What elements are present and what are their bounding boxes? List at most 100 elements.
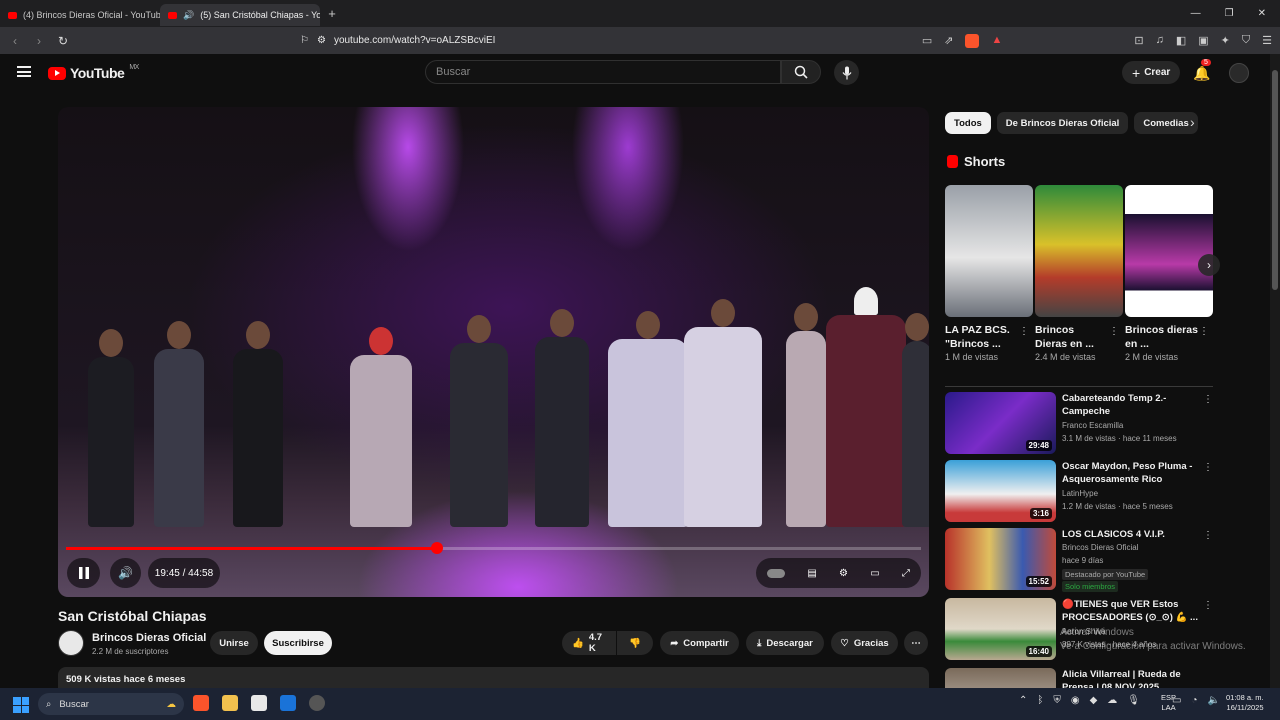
windows-start-icon[interactable]	[13, 697, 29, 713]
like-button[interactable]: 👍 4.7 K	[562, 631, 616, 655]
hamburger-menu-icon[interactable]	[17, 66, 31, 77]
cast-icon[interactable]: ▭	[922, 34, 932, 48]
create-button[interactable]: + Crear	[1122, 61, 1181, 84]
pause-button[interactable]	[67, 558, 100, 588]
fullscreen-icon[interactable]: ⤢	[902, 568, 910, 579]
youtube-logo[interactable]: YouTube MX	[48, 63, 139, 81]
region-code: MX	[129, 63, 139, 71]
thanks-button[interactable]: ♡ Gracias	[831, 631, 898, 655]
url-field[interactable]: ⚐ ⚙ youtube.com/watch?v=oALZSBcviEI	[300, 35, 495, 46]
download-button[interactable]: ⤓ Descargar	[746, 631, 824, 655]
new-tab-button[interactable]: +	[320, 6, 344, 21]
notifications-button[interactable]: 🔔 5	[1193, 59, 1211, 82]
nvidia-icon[interactable]: ◆	[1090, 695, 1098, 706]
cloud-icon[interactable]: ☁	[1107, 695, 1117, 706]
video-meta: 509 K vistas hace 6 meses	[66, 674, 186, 685]
wifi-icon[interactable]: ◔	[1192, 695, 1198, 706]
vpn-icon[interactable]: ⛉	[1242, 34, 1250, 48]
bookmark-icon[interactable]: ⚐	[300, 35, 309, 46]
app-icon[interactable]	[309, 695, 325, 711]
back-icon[interactable]: ‹	[8, 34, 22, 48]
rec-title: LOS CLASICOS 4 V.I.P.	[1062, 529, 1165, 540]
network-icon[interactable]: ▭	[1172, 695, 1181, 706]
search-input[interactable]: Buscar	[425, 60, 781, 84]
reload-icon[interactable]: ↻	[56, 34, 70, 48]
chip-todos[interactable]: Todos	[945, 112, 991, 134]
discord-icon[interactable]: ◉	[1071, 695, 1080, 706]
rewards-icon[interactable]: ▲	[991, 34, 1002, 48]
shorts-next-button[interactable]: ›	[1198, 254, 1220, 276]
recommended-video[interactable]: 3:16 Oscar Maydon, Peso Pluma - Asqueros…	[945, 460, 1235, 524]
site-info-icon[interactable]: ⚙	[317, 35, 326, 46]
short-card[interactable]: Brincos dieras en ... 2 M de vistas ⋮	[1125, 185, 1213, 362]
shorts-heading: Shorts	[947, 154, 1005, 169]
theater-mode-icon[interactable]: ▭	[870, 568, 879, 579]
security-icon[interactable]: ⛨	[1053, 695, 1061, 706]
recommended-video[interactable]: 29:48 Cabareteando Temp 2.- Campeche Fra…	[945, 392, 1235, 456]
short-title: LA PAZ BCS. "Brincos ...	[945, 324, 1010, 350]
brave-browser-icon[interactable]	[193, 695, 209, 711]
download-icon: ⤓	[757, 637, 762, 649]
mic-tray-icon[interactable]: 🎙	[1127, 695, 1140, 706]
subtitles-icon[interactable]: ▤	[807, 568, 816, 579]
chip-comedias[interactable]: Comedias	[1134, 112, 1198, 134]
tab-san-cristobal[interactable]: 🔊 (5) San Cristóbal Chiapas - YouTube ✕	[160, 4, 320, 26]
duration-badge: 3:16	[1029, 508, 1052, 519]
autoplay-toggle[interactable]	[767, 568, 786, 578]
clock[interactable]: 01:08 a. m. 16/11/2025	[1226, 693, 1264, 713]
more-vert-icon[interactable]: ⋮	[1199, 326, 1209, 337]
more-vert-icon[interactable]: ⋮	[1203, 462, 1213, 473]
media-icon[interactable]: ♫	[1156, 34, 1164, 48]
more-vert-icon[interactable]: ⋮	[1203, 600, 1213, 611]
short-card[interactable]: LA PAZ BCS. "Brincos ... 1 M de vistas ⋮	[945, 185, 1033, 362]
recommended-video[interactable]: 15:52 LOS CLASICOS 4 V.I.P. Brincos Dier…	[945, 528, 1235, 592]
rec-thumbnail: 15:52	[945, 528, 1056, 590]
screenshot-icon[interactable]: ⊡	[1134, 34, 1143, 48]
store-icon[interactable]	[251, 695, 267, 711]
leo-icon[interactable]: ✦	[1221, 34, 1230, 48]
menu-icon[interactable]: ☰	[1262, 34, 1272, 48]
brave-shield-icon[interactable]	[965, 33, 980, 48]
share-icon[interactable]: ⇗	[944, 34, 953, 48]
close-window-button[interactable]: ✕	[1258, 8, 1266, 19]
maximize-button[interactable]: ❐	[1225, 8, 1234, 19]
scrubber-handle[interactable]	[431, 542, 443, 554]
speaker-icon[interactable]: 🔈	[1208, 695, 1220, 706]
short-card[interactable]: Brincos Dieras en ... 2.4 M de vistas ⋮	[1035, 185, 1123, 362]
more-vert-icon[interactable]: ⋮	[1019, 326, 1029, 337]
taskbar-search[interactable]: ⌕ Buscar ☁	[38, 693, 184, 715]
bluetooth-icon[interactable]: ᛒ	[1037, 695, 1043, 706]
voice-search-button[interactable]	[834, 60, 859, 85]
chevron-right-icon[interactable]: ›	[1190, 114, 1195, 130]
avatar[interactable]	[1229, 63, 1249, 83]
scrollbar-thumb[interactable]	[1272, 70, 1278, 290]
outlook-icon[interactable]	[280, 695, 296, 711]
recommended-video[interactable]: Alicia Villarreal | Rueda de Prensa | 08…	[945, 668, 1235, 688]
tray-arrow-icon[interactable]: ⌃	[1019, 695, 1027, 706]
share-button[interactable]: ➦ Compartir	[660, 631, 739, 655]
tab-brincos-dieras[interactable]: (4) Brincos Dieras Oficial - YouTube ✕	[0, 4, 160, 26]
file-explorer-icon[interactable]	[222, 695, 238, 711]
video-title: San Cristóbal Chiapas	[58, 608, 207, 624]
more-vert-icon[interactable]: ⋮	[1203, 530, 1213, 541]
wallet-icon[interactable]: ▣	[1198, 34, 1208, 48]
subscribe-button[interactable]: Suscribirse	[264, 631, 332, 655]
join-button[interactable]: Unirse	[210, 631, 258, 655]
sidebar-icon[interactable]: ◧	[1176, 34, 1186, 48]
minimize-button[interactable]: —	[1191, 8, 1201, 19]
dislike-button[interactable]: 👎	[617, 631, 653, 655]
channel-avatar[interactable]	[58, 630, 84, 656]
more-vert-icon[interactable]: ⋮	[1109, 326, 1119, 337]
more-actions-button[interactable]: ⋯	[904, 631, 928, 655]
shorts-icon	[947, 155, 958, 168]
forward-icon[interactable]: ›	[32, 34, 46, 48]
video-player[interactable]: 🔊 19:45 / 44:58 ▤ ⚙ ▭ ⤢	[58, 107, 929, 597]
volume-button[interactable]: 🔊	[110, 558, 141, 588]
search-button[interactable]	[781, 60, 821, 84]
chip-de-brincos-dieras[interactable]: De Brincos Dieras Oficial	[996, 112, 1129, 134]
settings-icon[interactable]: ⚙	[839, 568, 848, 579]
channel-name[interactable]: Brincos Dieras Oficial	[92, 632, 206, 644]
window-controls: — ❐ ✕	[1191, 8, 1280, 19]
more-vert-icon[interactable]: ⋮	[1203, 394, 1213, 405]
speaker-icon: 🔊	[183, 9, 195, 20]
